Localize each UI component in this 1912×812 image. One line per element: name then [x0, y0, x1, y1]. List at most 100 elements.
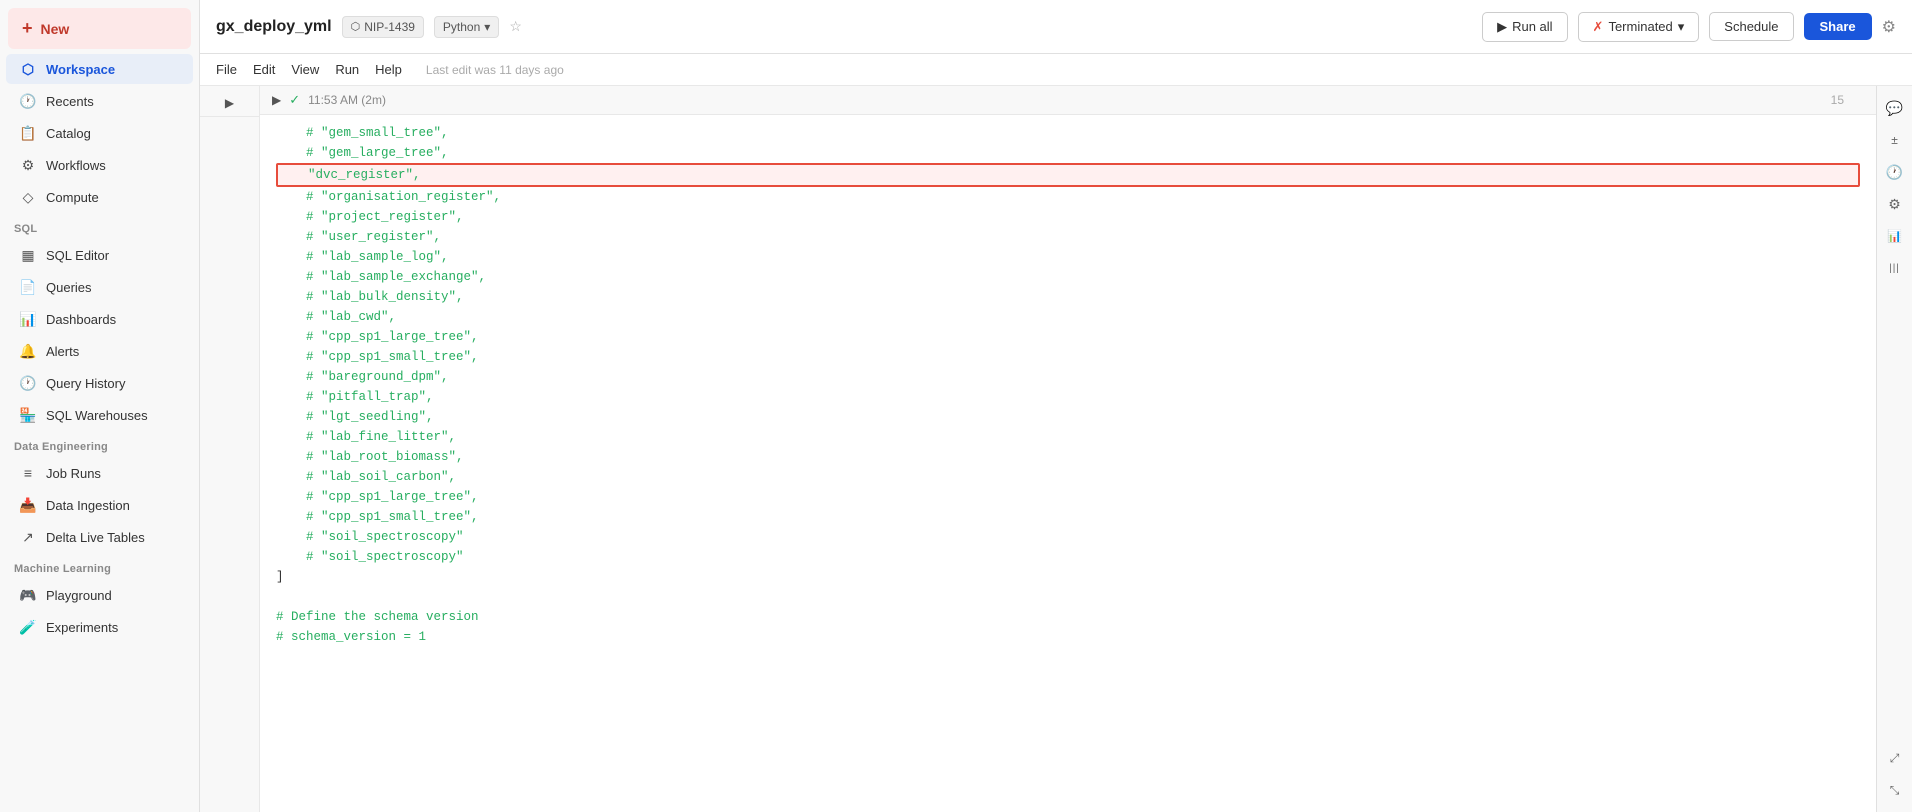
code-line: # "gem_large_tree",: [276, 143, 1860, 163]
code-text: # "lab_sample_exchange",: [276, 267, 486, 287]
sidebar-item-experiments[interactable]: 🧪 Experiments: [6, 612, 193, 642]
code-editor[interactable]: ▶ ✓ 11:53 AM (2m) 15 # "gem_small_tree",…: [260, 86, 1876, 812]
history-icon[interactable]: 🕐: [1881, 158, 1909, 186]
run-all-button[interactable]: ▶ Run all: [1482, 12, 1567, 42]
expand-icon[interactable]: ⤢: [1881, 744, 1909, 772]
chevron-down-icon: ▾: [484, 20, 490, 34]
cluster-icon: ⬡: [351, 20, 361, 33]
code-text: # "lab_cwd",: [276, 307, 396, 327]
code-text: # "cpp_sp1_large_tree",: [276, 487, 479, 507]
settings-icon[interactable]: ⚙: [1882, 17, 1896, 37]
chart-right-icon[interactable]: 📊: [1881, 222, 1909, 250]
code-text: # "lab_bulk_density",: [276, 287, 464, 307]
new-button[interactable]: + New: [8, 8, 191, 49]
sql-warehouses-icon: 🏪: [20, 407, 36, 423]
schedule-button[interactable]: Schedule: [1709, 12, 1793, 41]
language-label: Python: [443, 20, 480, 34]
sidebar-item-data-ingestion[interactable]: 📥 Data Ingestion: [6, 490, 193, 520]
collapse-icon[interactable]: ⤡: [1881, 776, 1909, 804]
code-block[interactable]: # "gem_small_tree", # "gem_large_tree", …: [260, 115, 1876, 655]
sidebar-item-job-runs[interactable]: ≡ Job Runs: [6, 458, 193, 488]
recents-icon: 🕐: [20, 93, 36, 109]
sidebar-item-label: Query History: [46, 376, 125, 391]
run-icon: ▶: [1497, 19, 1507, 35]
sidebar-item-queries[interactable]: 📄 Queries: [6, 272, 193, 302]
notebook-title: gx_deploy_yml: [216, 18, 332, 36]
code-line: # "lab_cwd",: [276, 307, 1860, 327]
menu-help[interactable]: Help: [375, 58, 402, 81]
sidebar-item-label: Catalog: [46, 126, 91, 141]
menubar: File Edit View Run Help Last edit was 11…: [200, 54, 1912, 86]
sidebar-item-compute[interactable]: ◇ Compute: [6, 182, 193, 212]
code-line: # "cpp_sp1_large_tree",: [276, 327, 1860, 347]
chat-icon[interactable]: 💬: [1881, 94, 1909, 122]
code-text: # "bareground_dpm",: [276, 367, 449, 387]
star-icon[interactable]: ☆: [509, 18, 522, 35]
cell-run-icon[interactable]: ▶: [225, 96, 234, 110]
code-text: # "cpp_sp1_small_tree",: [276, 507, 479, 527]
code-line: # "lab_sample_log",: [276, 247, 1860, 267]
new-button-label: New: [41, 21, 70, 37]
code-text: # "user_register",: [276, 227, 441, 247]
sidebar-item-workflows[interactable]: ⚙ Workflows: [6, 150, 193, 180]
share-button[interactable]: Share: [1804, 13, 1872, 40]
terminated-button[interactable]: ✗ Terminated ▾: [1578, 12, 1700, 42]
menu-file[interactable]: File: [216, 58, 237, 81]
code-text: # "cpp_sp1_large_tree",: [276, 327, 479, 347]
right-sidebar: 💬 ± 🕐 ⚙ 📊 ||| ⤢ ⤡: [1876, 86, 1912, 812]
code-text: # "pitfall_trap",: [276, 387, 434, 407]
code-line: # "bareground_dpm",: [276, 367, 1860, 387]
sidebar-item-alerts[interactable]: 🔔 Alerts: [6, 336, 193, 366]
settings-right-icon[interactable]: ⚙: [1881, 190, 1909, 218]
columns-icon[interactable]: |||: [1881, 254, 1909, 282]
cluster-badge[interactable]: ⬡ NIP-1439: [342, 16, 424, 38]
share-label: Share: [1820, 19, 1856, 34]
code-text: # "soil_spectroscopy": [276, 547, 464, 567]
menu-edit[interactable]: Edit: [253, 58, 275, 81]
code-line: # "lab_soil_carbon",: [276, 467, 1860, 487]
sidebar-item-label: SQL Warehouses: [46, 408, 148, 423]
sidebar-item-dashboards[interactable]: 📊 Dashboards: [6, 304, 193, 334]
cell-success-icon: ✓: [289, 92, 300, 108]
sidebar-item-workspace[interactable]: ⬡ Workspace: [6, 54, 193, 84]
ml-section-label: Machine Learning: [0, 553, 199, 579]
code-line: # "user_register",: [276, 227, 1860, 247]
sidebar-item-label: SQL Editor: [46, 248, 109, 263]
code-line: # "lab_sample_exchange",: [276, 267, 1860, 287]
sidebar-item-delta-live-tables[interactable]: ↗ Delta Live Tables: [6, 522, 193, 552]
language-badge[interactable]: Python ▾: [434, 16, 499, 38]
notebook-header: gx_deploy_yml ⬡ NIP-1439 Python ▾ ☆ ▶ Ru…: [200, 0, 1912, 54]
code-text: ]: [276, 567, 284, 587]
code-line: ]: [276, 567, 1860, 587]
sidebar-item-catalog[interactable]: 📋 Catalog: [6, 118, 193, 148]
alerts-icon: 🔔: [20, 343, 36, 359]
code-text: # "gem_large_tree",: [276, 143, 449, 163]
sidebar-item-label: Workspace: [46, 62, 115, 77]
menu-view[interactable]: View: [291, 58, 319, 81]
sidebar-item-sql-warehouses[interactable]: 🏪 SQL Warehouses: [6, 400, 193, 430]
menu-run[interactable]: Run: [335, 58, 359, 81]
query-history-icon: 🕐: [20, 375, 36, 391]
code-text: # "lgt_seedling",: [276, 407, 434, 427]
terminated-label: Terminated: [1608, 19, 1672, 34]
sidebar-item-recents[interactable]: 🕐 Recents: [6, 86, 193, 116]
code-line: # "soil_spectroscopy": [276, 527, 1860, 547]
code-text: # "soil_spectroscopy": [276, 527, 464, 547]
sidebar-item-label: Experiments: [46, 620, 118, 635]
code-line: # "cpp_sp1_small_tree",: [276, 507, 1860, 527]
cell-timestamp: 11:53 AM (2m): [308, 93, 386, 107]
sidebar-item-label: Data Ingestion: [46, 498, 130, 513]
sidebar-item-label: Workflows: [46, 158, 106, 173]
sidebar-item-playground[interactable]: 🎮 Playground: [6, 580, 193, 610]
editor-area: ▶ ▶ ✓ 11:53 AM (2m) 15 # "gem_small_tree…: [200, 86, 1912, 812]
code-text: # Define the schema version: [276, 607, 479, 627]
sidebar-item-sql-editor[interactable]: ▦ SQL Editor: [6, 240, 193, 270]
cell-play-icon[interactable]: ▶: [272, 93, 281, 107]
code-line: # "lgt_seedling",: [276, 407, 1860, 427]
sidebar-item-label: Compute: [46, 190, 99, 205]
compute-icon: ◇: [20, 189, 36, 205]
last-edit-text: Last edit was 11 days ago: [426, 63, 564, 77]
sidebar-item-query-history[interactable]: 🕐 Query History: [6, 368, 193, 398]
sidebar-item-label: Recents: [46, 94, 94, 109]
diff-icon[interactable]: ±: [1881, 126, 1909, 154]
